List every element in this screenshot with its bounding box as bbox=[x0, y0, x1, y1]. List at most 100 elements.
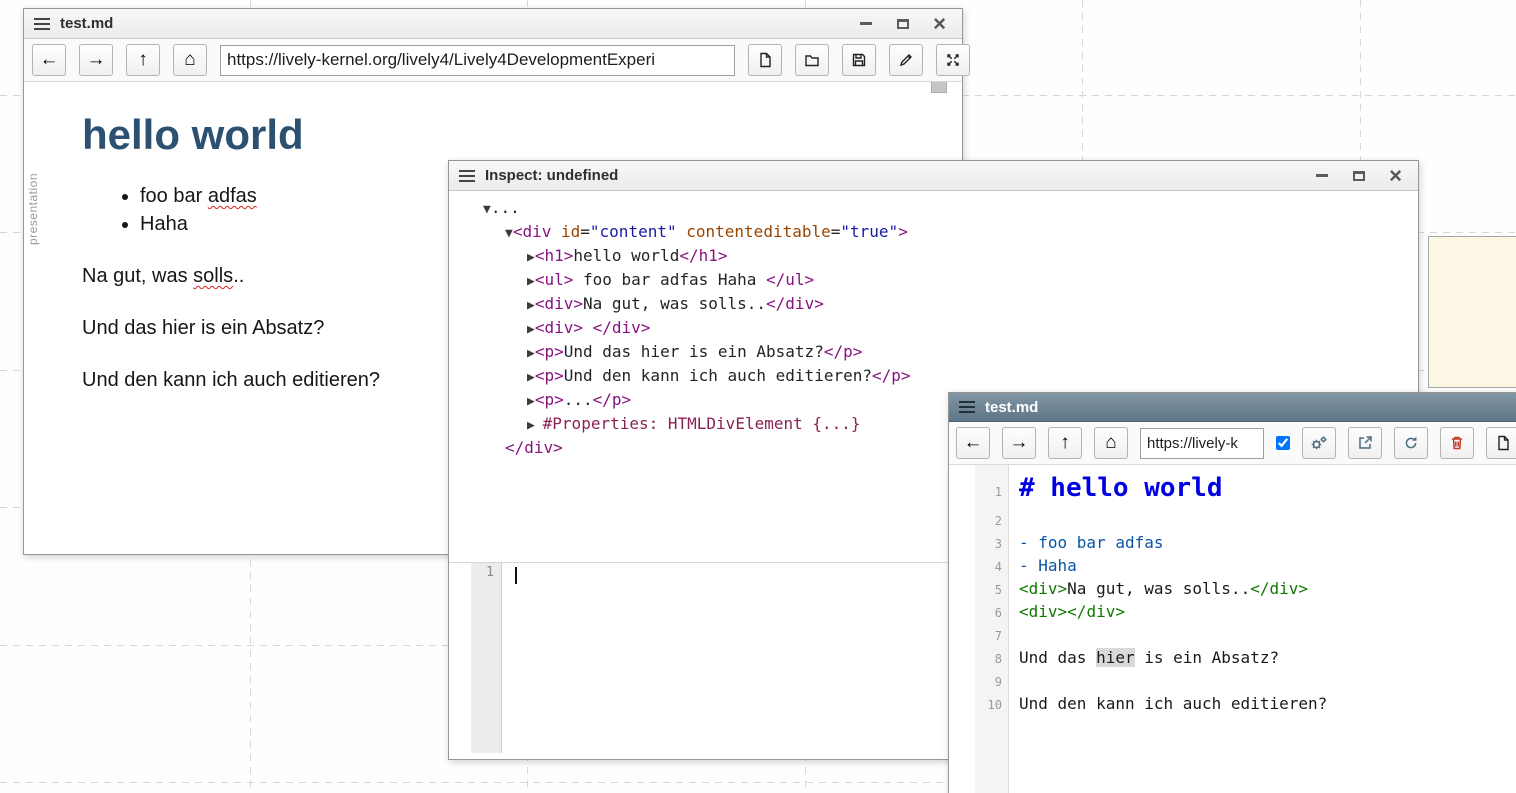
editor-line[interactable]: 1# hello world bbox=[949, 471, 1516, 509]
tree-node[interactable]: ▶<ul> foo bar adfas Haha </ul> bbox=[449, 269, 1418, 293]
code-segment: - Haha bbox=[1019, 556, 1077, 575]
forward-button[interactable]: → bbox=[1002, 427, 1036, 459]
text-segment: Und das hier is ein Absatz? bbox=[82, 317, 324, 339]
minimize-button[interactable] bbox=[857, 15, 874, 32]
edit-button[interactable] bbox=[889, 44, 923, 76]
editor-line[interactable]: 2 bbox=[949, 509, 1516, 532]
line-number: 8 bbox=[975, 648, 1009, 670]
tree-node[interactable]: ▼<div id="content" contenteditable="true… bbox=[449, 221, 1418, 245]
disclosure-triangle-icon[interactable]: ▶ bbox=[527, 250, 535, 265]
editor-line[interactable]: 9 bbox=[949, 670, 1516, 693]
editor-line[interactable]: 10Und den kann ich auch editieren? bbox=[949, 693, 1516, 716]
back-button[interactable]: ← bbox=[32, 44, 66, 76]
window-menu-icon[interactable] bbox=[459, 170, 475, 182]
misspelled-word: solls bbox=[193, 265, 233, 287]
open-external-button[interactable] bbox=[1348, 427, 1382, 459]
tree-node[interactable]: ▶<p>Und das hier is ein Absatz?</p> bbox=[449, 341, 1418, 365]
home-button[interactable]: ⌂ bbox=[173, 44, 207, 76]
disclosure-triangle-icon[interactable]: ▶ bbox=[527, 418, 543, 433]
line-number: 7 bbox=[975, 625, 1009, 647]
line-content bbox=[1009, 670, 1029, 692]
code-segment bbox=[677, 222, 687, 241]
desktop: test.md × ← → ↑ ⌂ bbox=[0, 0, 1516, 793]
titlebar-inspector[interactable]: Inspect: undefined × bbox=[449, 161, 1418, 191]
code-segment: <div> bbox=[1019, 579, 1067, 598]
up-button[interactable]: ↑ bbox=[1048, 427, 1082, 459]
line-number: 10 bbox=[975, 694, 1009, 716]
text-segment: .. bbox=[233, 265, 244, 287]
code-segment: #Properties: HTMLDivElement {...} bbox=[543, 414, 861, 433]
save-button[interactable] bbox=[842, 44, 876, 76]
back-button[interactable]: ← bbox=[956, 427, 990, 459]
window-menu-icon[interactable] bbox=[34, 18, 50, 30]
text-segment: Na gut, was bbox=[82, 265, 193, 287]
editor-gutter: 1 bbox=[471, 563, 502, 753]
up-button[interactable]: ↑ bbox=[126, 44, 160, 76]
tree-node[interactable]: ▶<h1>hello world</h1> bbox=[449, 245, 1418, 269]
new-file-button[interactable] bbox=[748, 44, 782, 76]
editor-line[interactable]: 5<div>Na gut, was solls..</div> bbox=[949, 578, 1516, 601]
note-window[interactable] bbox=[1428, 236, 1516, 388]
maximize-button[interactable] bbox=[894, 15, 911, 32]
code-segment: <ul> bbox=[535, 270, 574, 289]
line-number: 1 bbox=[471, 563, 501, 580]
tree-node[interactable]: ▶<div>Na gut, was solls..</div> bbox=[449, 293, 1418, 317]
tree-node[interactable]: ▶<div> </div> bbox=[449, 317, 1418, 341]
editor-line[interactable]: 7 bbox=[949, 624, 1516, 647]
auto-update-checkbox[interactable] bbox=[1276, 436, 1290, 450]
disclosure-triangle-icon[interactable]: ▶ bbox=[527, 370, 535, 385]
text-segment: Und den kann ich auch editieren? bbox=[82, 369, 380, 391]
titlebar-presentation[interactable]: test.md × bbox=[24, 9, 962, 39]
tree-node[interactable]: ▶<p>Und den kann ich auch editieren?</p> bbox=[449, 365, 1418, 389]
markdown-editor[interactable]: 1# hello world2 3- foo bar adfas4- Haha5… bbox=[949, 465, 1516, 793]
settings-button[interactable] bbox=[1302, 427, 1336, 459]
url-input[interactable] bbox=[220, 45, 735, 76]
disclosure-triangle-icon[interactable]: ▶ bbox=[527, 298, 535, 313]
editor-line[interactable]: 6<div></div> bbox=[949, 601, 1516, 624]
page-heading: hello world bbox=[82, 110, 962, 160]
tree-node[interactable]: ▼... bbox=[449, 197, 1418, 221]
minimize-button[interactable] bbox=[1313, 167, 1330, 184]
forward-button[interactable]: → bbox=[79, 44, 113, 76]
url-input[interactable] bbox=[1140, 428, 1264, 459]
titlebar-editor[interactable]: test.md bbox=[949, 393, 1516, 422]
code-segment: </div> bbox=[593, 318, 651, 337]
code-segment: Und den kann ich auch editieren? bbox=[564, 366, 872, 385]
line-content: <div>Na gut, was solls..</div> bbox=[1009, 578, 1308, 600]
disclosure-triangle-icon[interactable]: ▼ bbox=[505, 226, 513, 241]
code-segment: <div> bbox=[535, 318, 583, 337]
maximize-button[interactable] bbox=[1350, 167, 1367, 184]
close-button[interactable]: × bbox=[1387, 167, 1404, 184]
home-button[interactable]: ⌂ bbox=[1094, 427, 1128, 459]
disclosure-triangle-icon[interactable]: ▶ bbox=[527, 346, 535, 361]
code-segment: ... bbox=[491, 198, 520, 217]
code-segment: </div> bbox=[1067, 602, 1125, 621]
expand-icon bbox=[945, 52, 961, 68]
editor-lines: 1# hello world2 3- foo bar adfas4- Haha5… bbox=[949, 465, 1516, 716]
fullscreen-button[interactable] bbox=[936, 44, 970, 76]
disclosure-triangle-icon[interactable]: ▼ bbox=[483, 202, 491, 217]
disclosure-triangle-icon[interactable]: ▶ bbox=[527, 394, 535, 409]
window-title: Inspect: undefined bbox=[485, 167, 618, 184]
open-folder-button[interactable] bbox=[795, 44, 829, 76]
navigation-toolbar: ← → ↑ ⌂ bbox=[24, 39, 962, 82]
delete-button[interactable] bbox=[1440, 427, 1474, 459]
refresh-button[interactable] bbox=[1394, 427, 1428, 459]
window-controls: × bbox=[1313, 167, 1408, 184]
code-segment: Na gut, was solls.. bbox=[583, 294, 766, 313]
close-button[interactable]: × bbox=[931, 15, 948, 32]
scrollbar-thumb[interactable] bbox=[931, 82, 947, 93]
editor-line[interactable]: 8Und das hier is ein Absatz? bbox=[949, 647, 1516, 670]
code-segment: <div> bbox=[1019, 602, 1067, 621]
window-title: test.md bbox=[60, 15, 113, 32]
new-file-button[interactable] bbox=[1486, 427, 1516, 459]
disclosure-triangle-icon[interactable]: ▶ bbox=[527, 322, 535, 337]
highlighted-word: hier bbox=[1096, 648, 1135, 667]
editor-line[interactable]: 3- foo bar adfas bbox=[949, 532, 1516, 555]
editor-line[interactable]: 4- Haha bbox=[949, 555, 1516, 578]
text-cursor bbox=[515, 567, 517, 584]
code-segment: "true" bbox=[840, 222, 898, 241]
code-segment: </p> bbox=[872, 366, 911, 385]
disclosure-triangle-icon[interactable]: ▶ bbox=[527, 274, 535, 289]
window-menu-icon[interactable] bbox=[959, 401, 975, 413]
